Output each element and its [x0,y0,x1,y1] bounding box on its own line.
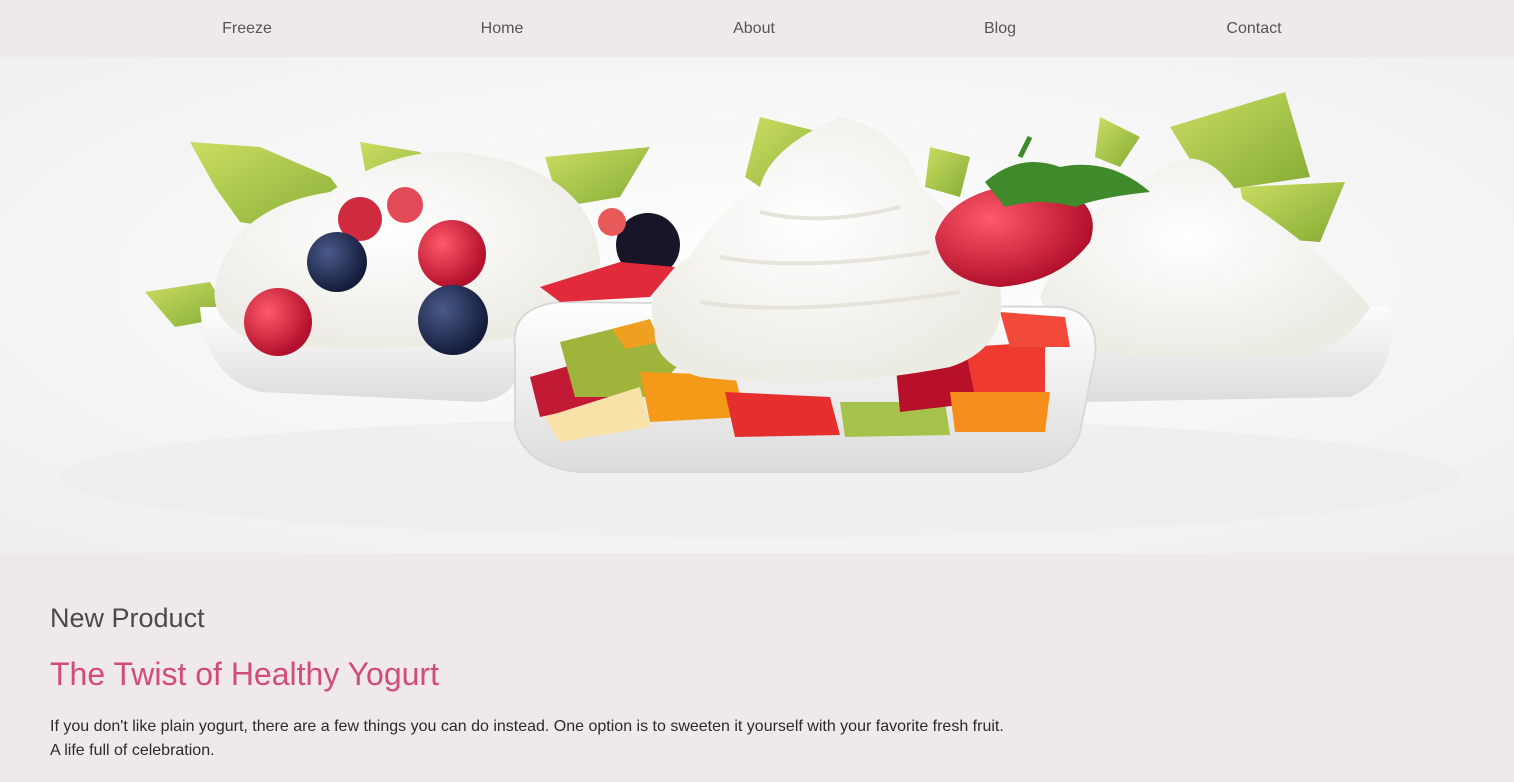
top-nav: Freeze Home About Blog Contact [0,0,1514,57]
hero-banner [0,57,1514,553]
nav-link-about[interactable]: About [733,0,775,57]
section-eyebrow: New Product [50,603,205,633]
section-title: The Twist of Healthy Yogurt [50,656,439,692]
nav-link-contact[interactable]: Contact [1226,0,1281,57]
paragraph-line: A life full of celebration. [50,742,215,759]
hero-image [0,57,1514,553]
product-section: New Product The Twist of Healthy Yogurt … [0,553,1514,782]
nav-link-home[interactable]: Home [481,0,524,57]
section-paragraph: If you don't like plain yogurt, there ar… [50,715,1004,763]
paragraph-line: If you don't like plain yogurt, there ar… [50,718,1004,735]
nav-link-freeze[interactable]: Freeze [222,0,272,57]
nav-link-blog[interactable]: Blog [984,0,1016,57]
